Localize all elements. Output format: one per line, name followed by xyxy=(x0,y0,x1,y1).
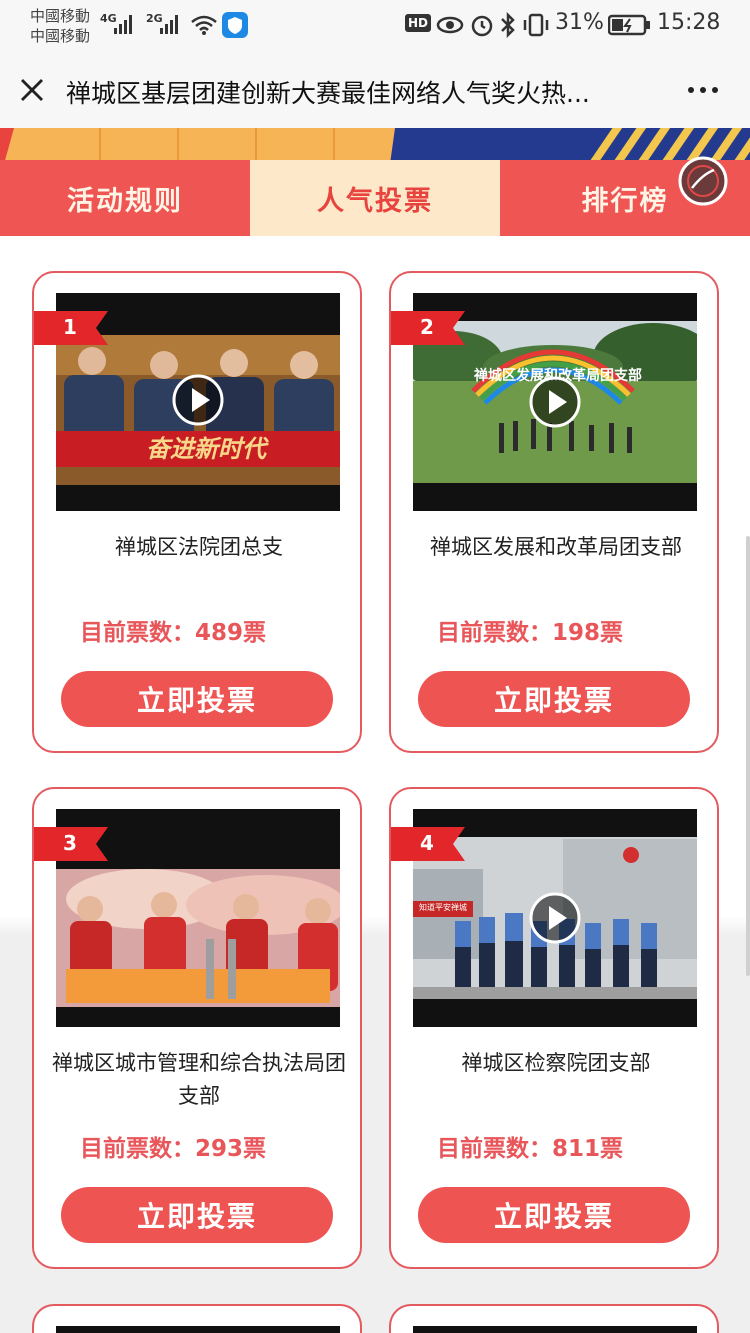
wifi-icon xyxy=(191,15,217,35)
carrier-names: 中國移動 中國移動 xyxy=(30,6,90,46)
alarm-icon xyxy=(471,15,493,37)
banner-graphic xyxy=(0,128,750,164)
hd-badge: HD xyxy=(405,14,432,32)
thumbnail-caption: 奋进新时代 xyxy=(146,435,266,463)
banner-strip xyxy=(0,128,750,164)
vote-button[interactable]: 立即投票 xyxy=(61,671,333,727)
candidate-card: 3 禅城区城市管理和综合执法局团支部 目前票数：293票 立即投票 xyxy=(32,787,362,1269)
signal-icon-2 xyxy=(160,14,178,34)
play-icon[interactable] xyxy=(171,373,225,427)
candidate-name: 禅城区检察院团支部 xyxy=(461,1051,651,1075)
video-thumbnail[interactable] xyxy=(413,1326,697,1333)
vote-button[interactable]: 立即投票 xyxy=(61,1187,333,1243)
rank-number: 2 xyxy=(420,315,434,339)
signal-icon xyxy=(114,14,132,34)
music-icon[interactable] xyxy=(678,156,728,206)
candidate-name: 禅城区城市管理和综合执法局团支部 xyxy=(52,1051,346,1108)
vote-button[interactable]: 立即投票 xyxy=(418,671,690,727)
tab-bar: 活动规则 人气投票 排行榜 xyxy=(0,160,750,236)
carrier-1: 中國移動 xyxy=(30,7,91,25)
candidate-name: 禅城区法院团总支 xyxy=(115,535,283,559)
eye-icon xyxy=(436,16,464,34)
clock: 15:28 xyxy=(657,10,721,35)
tab-rules[interactable]: 活动规则 xyxy=(0,160,250,236)
battery-icon xyxy=(608,14,650,36)
rank-number: 1 xyxy=(63,315,77,339)
more-icon[interactable] xyxy=(686,78,720,102)
scrollbar[interactable] xyxy=(746,536,750,976)
vote-button[interactable]: 立即投票 xyxy=(418,1187,690,1243)
title-bar: 禅城区基层团建创新大赛最佳网络人气奖火热... xyxy=(0,52,750,128)
candidate-list: 奋进新时代 1 禅城区法院团总支 目前票数：489票 立即投票 禅城区发展和改革… xyxy=(0,236,750,1333)
candidate-name: 禅城区发展和改革局团支部 xyxy=(430,535,682,559)
carrier-2: 中國移動 xyxy=(30,27,91,45)
candidate-card-partial xyxy=(32,1304,362,1333)
vote-count: 目前票数：293票 xyxy=(80,1136,267,1162)
battery-percent: 31% xyxy=(555,10,604,35)
rank-number: 3 xyxy=(63,831,77,855)
rank-number: 4 xyxy=(420,831,434,855)
tab-popularity-vote[interactable]: 人气投票 xyxy=(250,160,500,236)
status-bar: 中國移動 中國移動 4G 2G HD 31% 15:28 xyxy=(0,0,750,52)
candidate-card: 奋进新时代 1 禅城区法院团总支 目前票数：489票 立即投票 xyxy=(32,271,362,753)
video-thumbnail[interactable] xyxy=(56,1326,340,1333)
thumbnail-caption: 知道平安禅城 xyxy=(419,903,467,912)
close-icon[interactable] xyxy=(14,72,50,108)
shield-app-icon xyxy=(222,12,248,38)
bluetooth-icon xyxy=(501,12,515,38)
vibrate-icon xyxy=(523,13,549,37)
vote-count: 目前票数：811票 xyxy=(437,1136,624,1162)
vote-count: 目前票数：198票 xyxy=(437,620,624,646)
candidate-card-partial xyxy=(389,1304,719,1333)
play-icon[interactable] xyxy=(528,375,582,429)
candidate-card: 知道平安禅城 4 禅城区检察院团支部 目前票数：811票 立即投票 xyxy=(389,787,719,1269)
candidate-card: 禅城区发展和改革局团支部 2 禅城区发展和改革局团支部 目前票数：198票 立即… xyxy=(389,271,719,753)
play-icon[interactable] xyxy=(528,891,582,945)
vote-count: 目前票数：489票 xyxy=(80,620,267,646)
page-title: 禅城区基层团建创新大赛最佳网络人气奖火热... xyxy=(66,79,590,108)
